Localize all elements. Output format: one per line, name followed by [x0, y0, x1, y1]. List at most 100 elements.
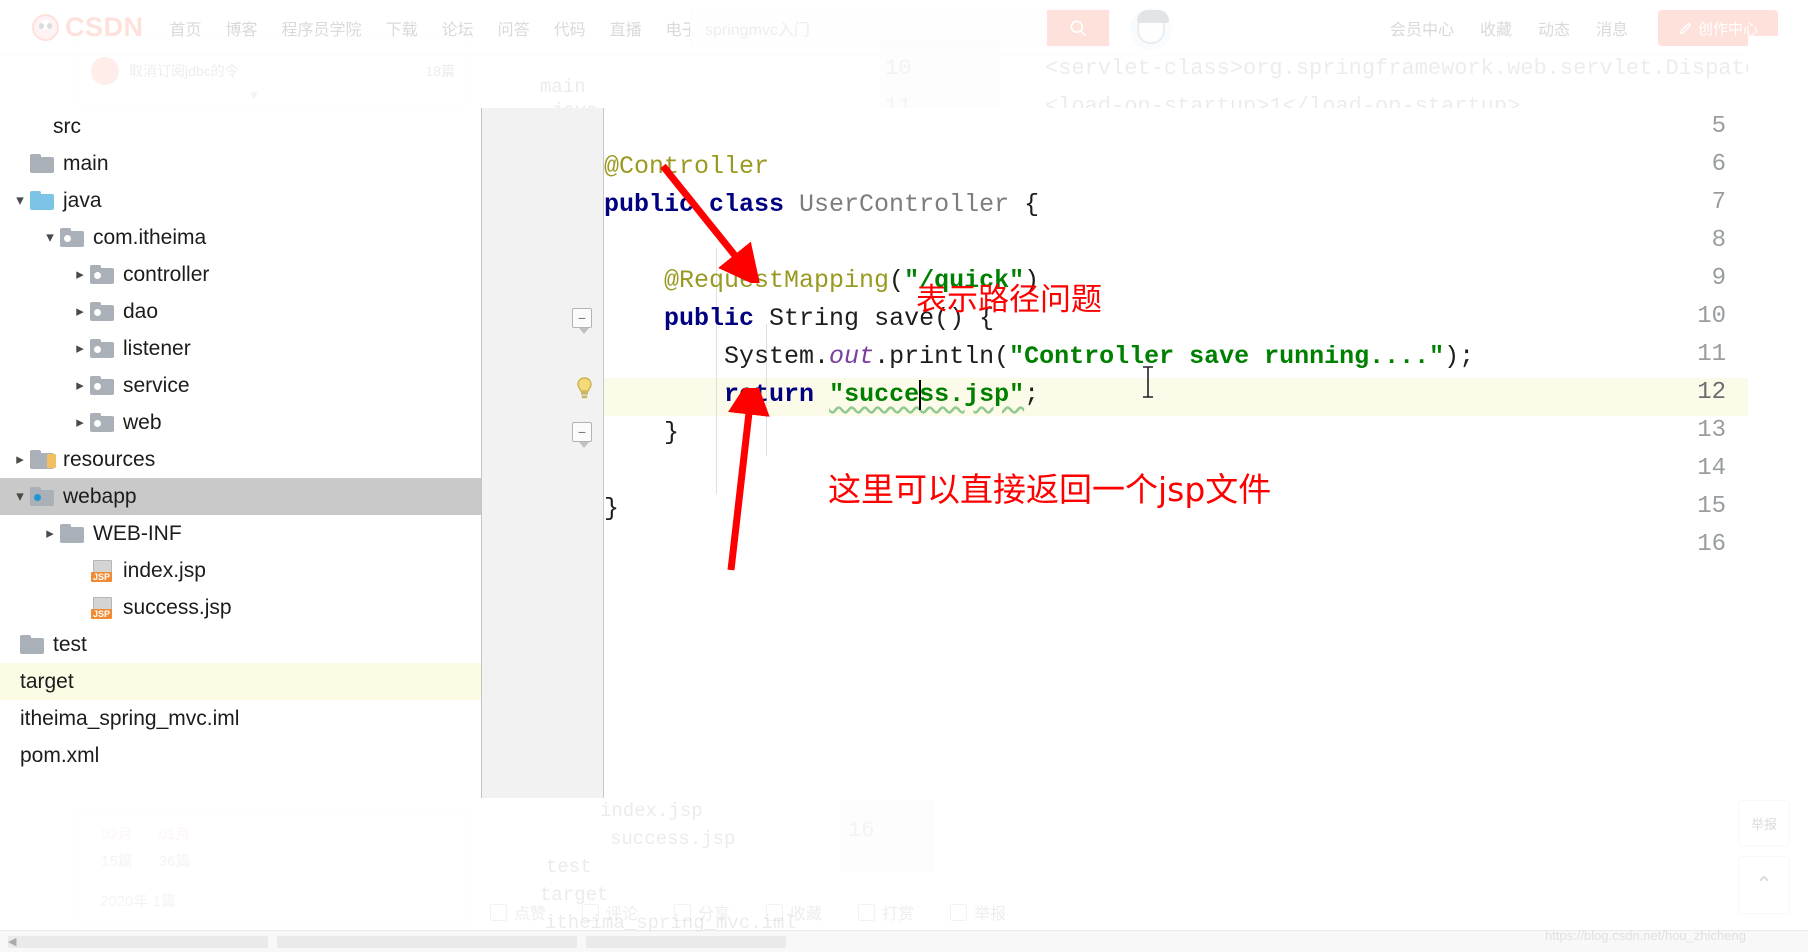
- tree-twisty-collapsed[interactable]: ▸: [70, 304, 90, 319]
- folder-resources-icon: [30, 450, 56, 469]
- screen: CSDN 首页 博客 程序员学院 下载 论坛 问答 代码 直播 电子书: [0, 0, 1808, 952]
- faded-tree-index: index.jsp: [600, 800, 703, 822]
- tree-item-label: src: [53, 114, 81, 138]
- tree-item-pom[interactable]: pom.xml: [0, 737, 481, 774]
- code-line-12: return "success.jsp";: [604, 380, 1039, 409]
- code-token-class: UserController: [799, 190, 1010, 219]
- jsp-file-icon: JSP: [90, 560, 115, 582]
- scroll-to-top-button[interactable]: ⌃: [1738, 856, 1790, 914]
- screenshot-top-edge: [1748, 36, 1808, 108]
- tree-item-label: java: [63, 188, 102, 212]
- folder-package-icon: [90, 413, 115, 432]
- tree-item-label: WEB-INF: [93, 521, 182, 545]
- code-token-plain: (: [889, 266, 905, 295]
- tree-item-iml[interactable]: itheima_spring_mvc.iml: [0, 700, 481, 737]
- folder-icon: [60, 524, 85, 543]
- browser-bottom-bar: ◀: [0, 930, 1808, 952]
- tabbar-segment[interactable]: [277, 935, 577, 948]
- tree-item-target[interactable]: target: [0, 663, 481, 700]
- tree-item-label: service: [123, 373, 190, 397]
- tree-item-web[interactable]: ▸ web: [0, 404, 481, 441]
- tree-item-label: itheima_spring_mvc.iml: [20, 706, 240, 730]
- faded-tree-main: main: [540, 76, 586, 98]
- tree-item-web-inf[interactable]: ▸ WEB-INF: [0, 515, 481, 552]
- code-line-11: System.out.println("Controller save runn…: [604, 342, 1474, 371]
- folder-package-icon: [90, 376, 115, 395]
- annotation-text-return-jsp: 这里可以直接返回一个jsp文件: [828, 470, 1272, 509]
- tree-twisty-collapsed[interactable]: ▸: [70, 267, 90, 282]
- faded-tree-success: success.jsp: [610, 828, 736, 850]
- folder-blue-icon: [30, 191, 55, 210]
- tree-item-success-jsp[interactable]: JSP success.jsp: [0, 589, 481, 626]
- tree-item-src[interactable]: src: [0, 108, 481, 145]
- tree-item-label: main: [63, 151, 109, 175]
- arrow-to-requestmapping-icon: [660, 163, 761, 283]
- scroll-left-icon[interactable]: ◀: [8, 935, 16, 948]
- tree-item-listener[interactable]: ▸ listener: [0, 330, 481, 367]
- text-caret: [919, 380, 921, 410]
- tree-item-java[interactable]: ▾ java: [0, 182, 481, 219]
- folder-webapp-icon: [30, 487, 55, 506]
- code-token-plain: {: [1009, 190, 1040, 219]
- tabbar-segment[interactable]: [586, 935, 786, 948]
- tree-twisty-collapsed[interactable]: ▸: [70, 341, 90, 356]
- tree-item-label: test: [53, 632, 87, 656]
- text-mouse-cursor-icon: [1143, 366, 1153, 398]
- jsp-file-icon: JSP: [90, 597, 115, 619]
- tree-item-dao[interactable]: ▸ dao: [0, 293, 481, 330]
- code-token-keyword: public: [664, 304, 770, 333]
- arrow-to-return-string-icon: [727, 388, 770, 571]
- folder-package-icon: [60, 228, 85, 247]
- tree-item-webapp[interactable]: ▾ webapp: [0, 478, 481, 515]
- tree-twisty-collapsed[interactable]: ▸: [10, 452, 30, 467]
- tree-item-controller[interactable]: ▸ controller: [0, 256, 481, 293]
- folder-package-icon: [90, 339, 115, 358]
- faded-tree-test: test: [546, 856, 592, 878]
- tree-item-com-itheima[interactable]: ▾ com.itheima: [0, 219, 481, 256]
- tree-item-label: target: [20, 669, 74, 693]
- faded-xml-lineno-10: 10: [885, 56, 912, 81]
- tabbar-segment[interactable]: [8, 935, 268, 948]
- code-line-15: }: [604, 494, 619, 523]
- code-token-plain: System.: [604, 342, 830, 371]
- code-token-field: out: [829, 342, 875, 371]
- folder-package-icon: [90, 265, 115, 284]
- code-token-plain: }: [604, 418, 680, 447]
- project-tree-panel: src main ▾ java ▾ com.itheima ▸ controll…: [0, 108, 481, 798]
- tree-item-test[interactable]: test: [0, 626, 481, 663]
- folder-package-icon: [90, 302, 115, 321]
- tree-item-label: web: [123, 410, 162, 434]
- tree-item-resources[interactable]: ▸ resources: [0, 441, 481, 478]
- code-token-string: "success.jsp": [829, 380, 1025, 409]
- tree-item-label: resources: [63, 447, 156, 471]
- tree-item-label: index.jsp: [123, 558, 206, 582]
- tree-twisty-expanded[interactable]: ▾: [10, 489, 30, 504]
- tree-item-label: webapp: [63, 484, 137, 508]
- code-token-string: "Controller save running....": [1009, 342, 1445, 371]
- folder-icon: [30, 154, 55, 173]
- float-report-label: 举报: [1750, 816, 1777, 832]
- code-line-13: }: [604, 418, 679, 447]
- tree-twisty-collapsed[interactable]: ▸: [70, 378, 90, 393]
- code-token-plain: .println(: [874, 342, 1010, 371]
- ide-screenshot: src main ▾ java ▾ com.itheima ▸ controll…: [0, 108, 1808, 798]
- tree-item-label: com.itheima: [93, 225, 207, 249]
- faded-xml-line-10: <servlet-class>org.springframework.web.s…: [1045, 56, 1808, 81]
- tree-item-label: pom.xml: [20, 743, 100, 767]
- faded-lineno-16: 16: [848, 818, 875, 843]
- tree-twisty-collapsed[interactable]: ▸: [40, 526, 60, 541]
- annotation-text-path: 表示路径问题: [916, 282, 1102, 318]
- tree-item-index-jsp[interactable]: JSP index.jsp: [0, 552, 481, 589]
- tree-item-service[interactable]: ▸ service: [0, 367, 481, 404]
- tree-item-main[interactable]: main: [0, 145, 481, 182]
- float-report-button[interactable]: 举报: [1738, 800, 1790, 846]
- tree-twisty-expanded[interactable]: ▾: [10, 193, 30, 208]
- folder-src-icon: [20, 117, 45, 136]
- folder-icon: [20, 635, 45, 654]
- code-token-plain: ;: [1024, 380, 1040, 409]
- tree-item-label: controller: [123, 262, 210, 286]
- tree-twisty-expanded[interactable]: ▾: [40, 230, 60, 245]
- tree-item-label: success.jsp: [123, 595, 232, 619]
- tree-twisty-collapsed[interactable]: ▸: [70, 415, 90, 430]
